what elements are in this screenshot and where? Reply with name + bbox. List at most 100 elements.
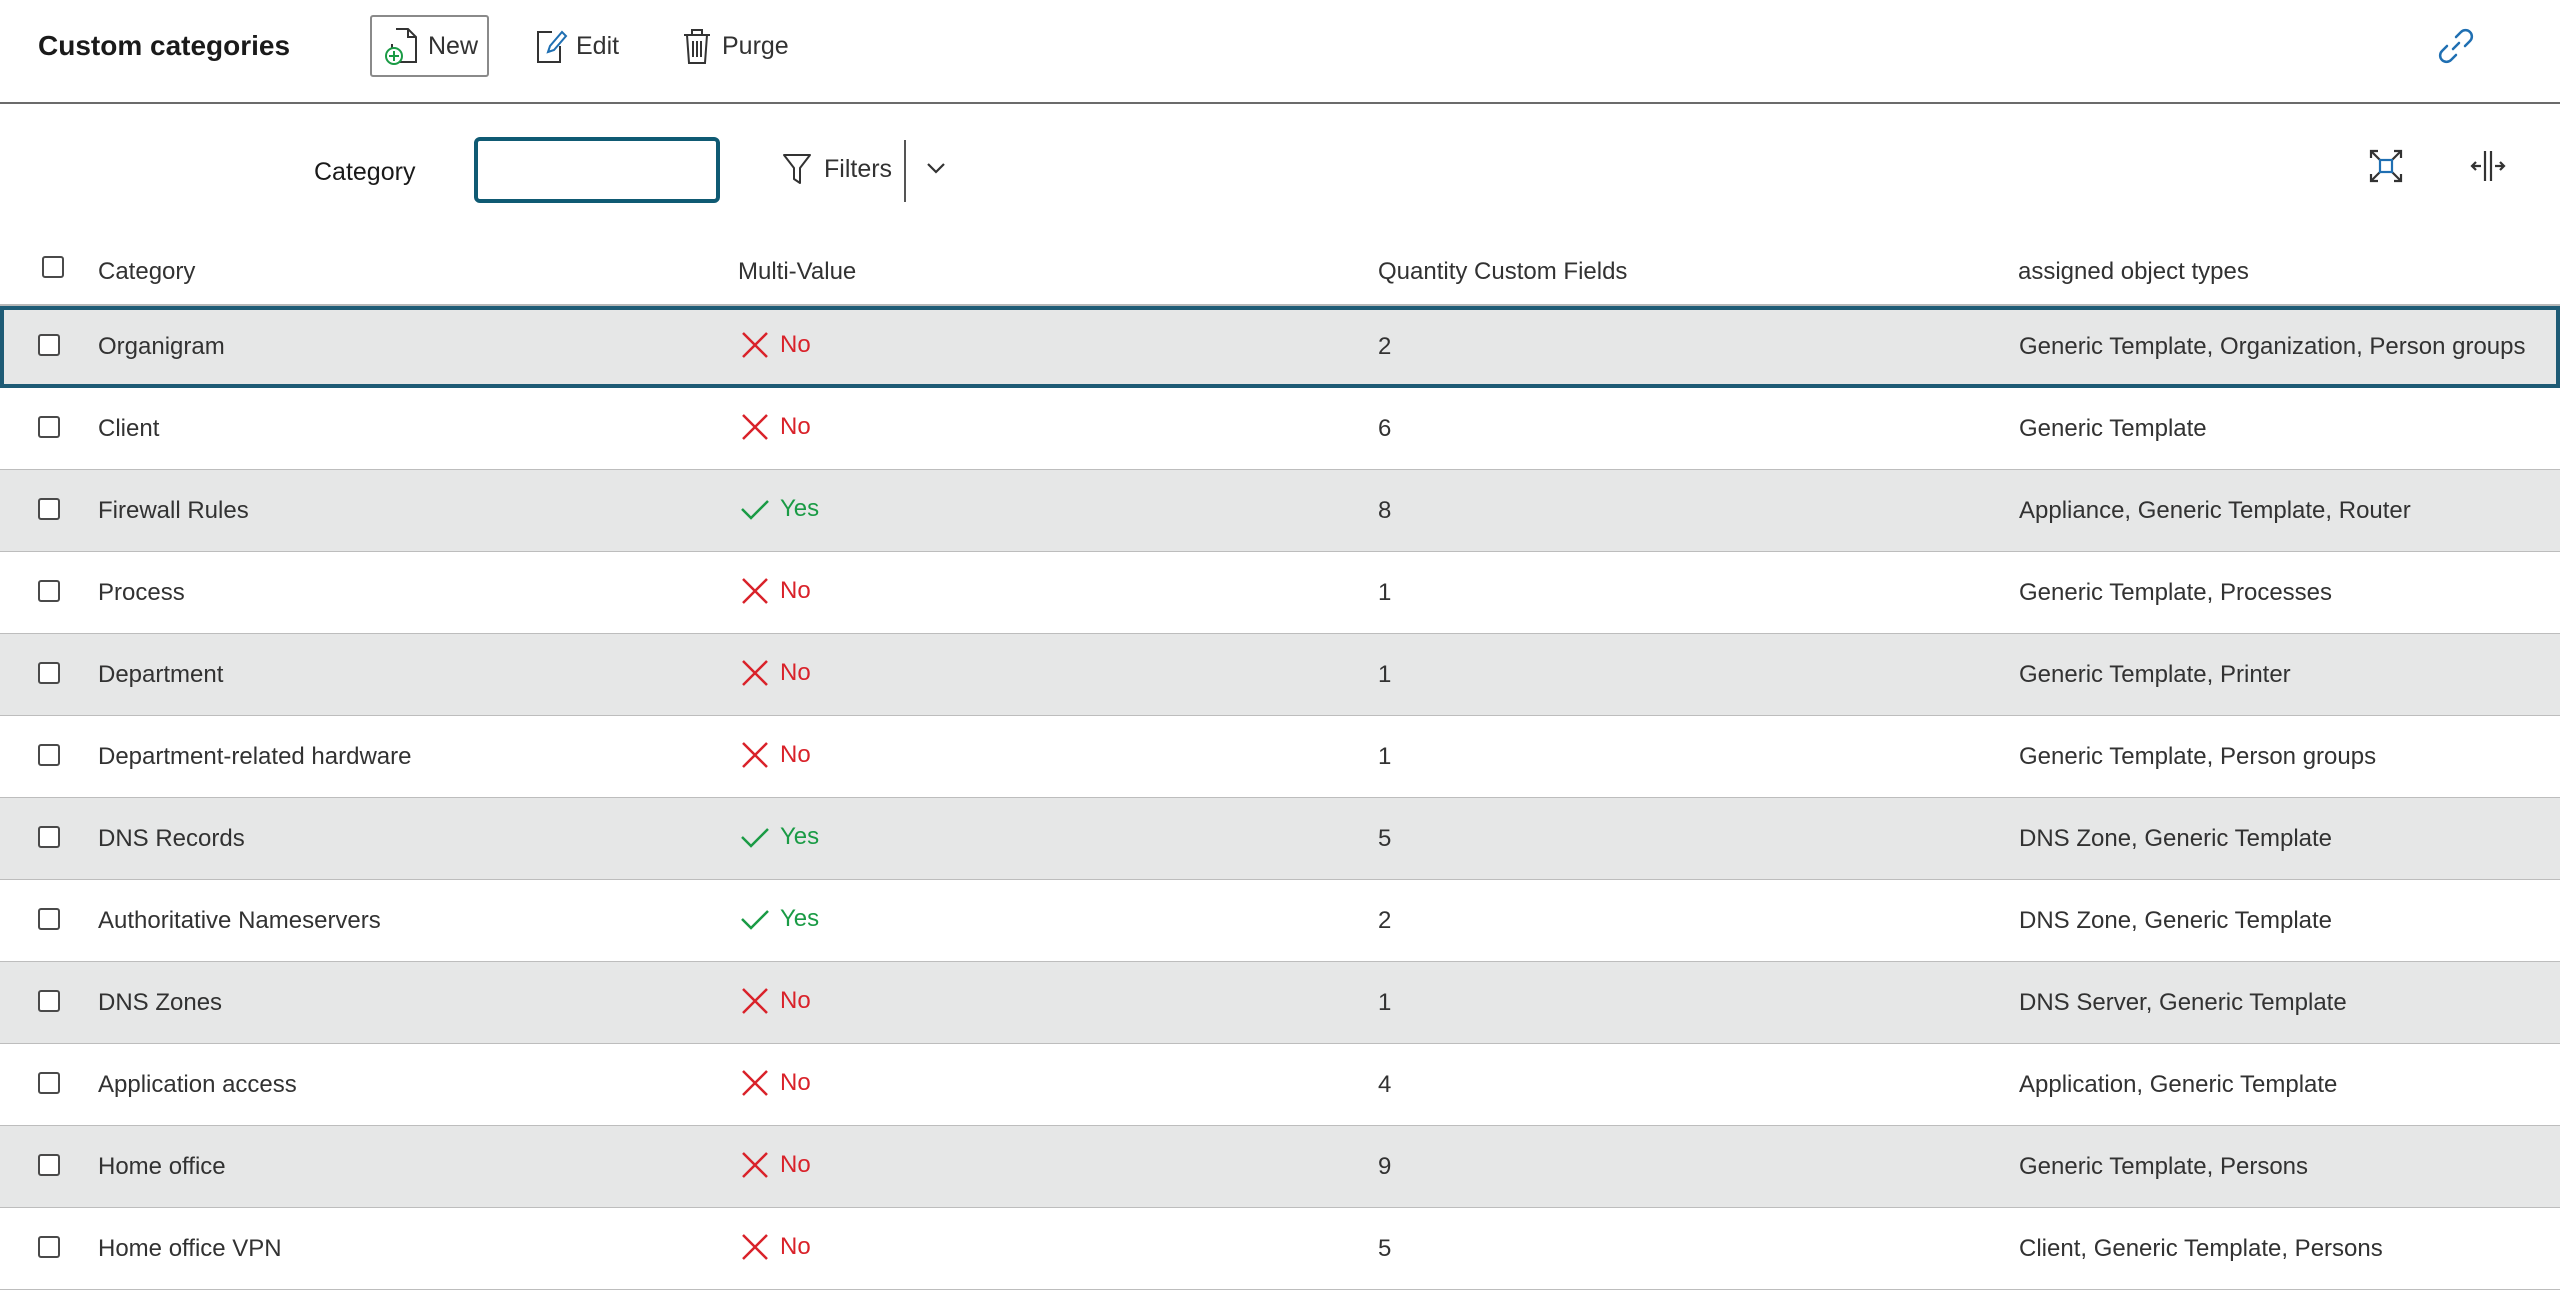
multi-value-label: Yes [780, 823, 820, 850]
toolbar: Custom categories New Edit Purge [0, 0, 2560, 104]
row-checkbox[interactable] [38, 580, 60, 602]
cell-quantity: 8 [1378, 497, 1392, 524]
cross-icon [742, 1234, 768, 1260]
cell-category: Client [98, 415, 160, 442]
fullscreen-button[interactable] [2368, 148, 2404, 189]
cell-multi-value: No [740, 740, 811, 770]
cell-multi-value: No [740, 1232, 811, 1262]
column-header-assigned-types[interactable]: assigned object types [2018, 258, 2249, 286]
cell-category: Firewall Rules [98, 497, 249, 524]
multi-value-label: No [780, 331, 811, 358]
table-header: Category Multi-Value Quantity Custom Fie… [0, 234, 2560, 306]
table-row[interactable]: Department No 1 Generic Template, Printer [0, 634, 2560, 716]
multi-value-label: Yes [780, 495, 820, 522]
row-checkbox[interactable] [38, 908, 60, 930]
add-document-icon [385, 28, 417, 65]
cross-icon [742, 988, 768, 1014]
filters-button[interactable]: Filters [782, 152, 892, 186]
row-checkbox[interactable] [38, 334, 60, 356]
trash-icon [684, 29, 710, 64]
cell-multi-value: Yes [740, 904, 819, 934]
cell-category: Authoritative Nameservers [98, 907, 381, 934]
table-row[interactable]: Organigram No 2 Generic Template, Organizat… [0, 306, 2560, 388]
new-button-label: New [428, 31, 479, 60]
cell-multi-value: Yes [740, 494, 819, 524]
multi-value-label: Yes [780, 905, 820, 932]
row-checkbox[interactable] [38, 662, 60, 684]
cell-quantity: 1 [1378, 743, 1392, 770]
table-row[interactable]: Home office No 9 Generic Template, Persons [0, 1126, 2560, 1208]
column-resize-button[interactable] [2470, 148, 2506, 189]
cell-quantity: 4 [1378, 1071, 1392, 1098]
row-checkbox[interactable] [38, 1072, 60, 1094]
cell-quantity: 2 [1378, 907, 1392, 934]
row-checkbox[interactable] [38, 1236, 60, 1258]
cross-icon [742, 742, 768, 768]
select-all-checkbox[interactable] [42, 256, 64, 278]
row-checkbox[interactable] [38, 990, 60, 1012]
cell-category: Home office VPN [98, 1235, 282, 1262]
cell-assigned-types: Client, Generic Template, Persons [2019, 1235, 2383, 1262]
filters-button-label: Filters [824, 154, 893, 183]
multi-value-label: No [780, 1069, 811, 1096]
cell-assigned-types: Generic Template, Persons [2019, 1153, 2309, 1180]
cell-category: DNS Records [98, 825, 245, 852]
new-button[interactable]: New [370, 15, 489, 77]
table-row[interactable]: Authoritative Nameservers Yes 2 DNS Zone, G… [0, 880, 2560, 962]
cell-quantity: 5 [1378, 825, 1392, 852]
cross-icon [742, 1152, 768, 1178]
category-filter-input[interactable] [474, 137, 720, 203]
cell-category: Department-related hardware [98, 743, 412, 770]
cell-category: Home office [98, 1153, 226, 1180]
multi-value-label: No [780, 659, 811, 686]
table-row[interactable]: Department-related hardware No 1 Generic Te… [0, 716, 2560, 798]
cell-assigned-types: Appliance, Generic Template, Router [2019, 497, 2411, 524]
row-checkbox[interactable] [38, 744, 60, 766]
cross-icon [742, 578, 768, 604]
cell-category: Organigram [98, 333, 225, 360]
check-icon [741, 500, 769, 520]
multi-value-label: No [780, 741, 811, 768]
table-row[interactable]: Home office VPN No 5 Client, Generic Templa… [0, 1208, 2560, 1290]
cell-assigned-types: Generic Template, Person groups [2019, 743, 2377, 770]
multi-value-label: No [780, 577, 811, 604]
column-header-category[interactable]: Category [98, 258, 195, 286]
row-checkbox[interactable] [38, 826, 60, 848]
cell-quantity: 1 [1378, 989, 1392, 1016]
link-button[interactable] [2436, 26, 2476, 71]
cell-multi-value: No [740, 1150, 811, 1180]
cell-category: Department [98, 661, 224, 688]
cell-assigned-types: DNS Zone, Generic Template [2019, 825, 2333, 852]
row-checkbox[interactable] [38, 1154, 60, 1176]
filters-dropdown-toggle[interactable] [924, 158, 948, 183]
table-row[interactable]: Client No 6 Generic Template [0, 388, 2560, 470]
table-row[interactable]: DNS Zones No 1 DNS Server, Generic Template [0, 962, 2560, 1044]
column-header-multi-value[interactable]: Multi-Value [738, 258, 856, 286]
multi-value-label: No [780, 1151, 811, 1178]
cell-multi-value: No [740, 1068, 811, 1098]
cell-quantity: 1 [1378, 661, 1392, 688]
check-icon [741, 910, 769, 930]
cell-assigned-types: Generic Template [2019, 415, 2207, 442]
table-row[interactable]: Firewall Rules Yes 8 Appliance, Generic Tem… [0, 470, 2560, 552]
cell-assigned-types: Application, Generic Template [2019, 1071, 2338, 1098]
fullscreen-icon [2369, 149, 2403, 183]
cell-quantity: 5 [1378, 1235, 1392, 1262]
table-body: Organigram No 2 Generic Template, Organizat… [0, 306, 2560, 1290]
table-row[interactable]: DNS Records Yes 5 DNS Zone, Generic Templat… [0, 798, 2560, 880]
table-row[interactable]: Process No 1 Generic Template, Processes [0, 552, 2560, 634]
column-header-quantity[interactable]: Quantity Custom Fields [1378, 258, 1627, 286]
link-icon [2438, 28, 2474, 64]
row-checkbox[interactable] [38, 498, 60, 520]
cell-quantity: 6 [1378, 415, 1392, 442]
edit-icon [537, 30, 568, 63]
row-checkbox[interactable] [38, 416, 60, 438]
cross-icon [742, 660, 768, 686]
cell-assigned-types: DNS Zone, Generic Template [2019, 907, 2333, 934]
check-icon [741, 828, 769, 848]
cell-assigned-types: Generic Template, Processes [2019, 579, 2333, 606]
table-row[interactable]: Application access No 4 Application, Generi… [0, 1044, 2560, 1126]
edit-button[interactable]: Edit [534, 15, 619, 77]
multi-value-label: No [780, 413, 811, 440]
purge-button[interactable]: Purge [680, 15, 789, 77]
